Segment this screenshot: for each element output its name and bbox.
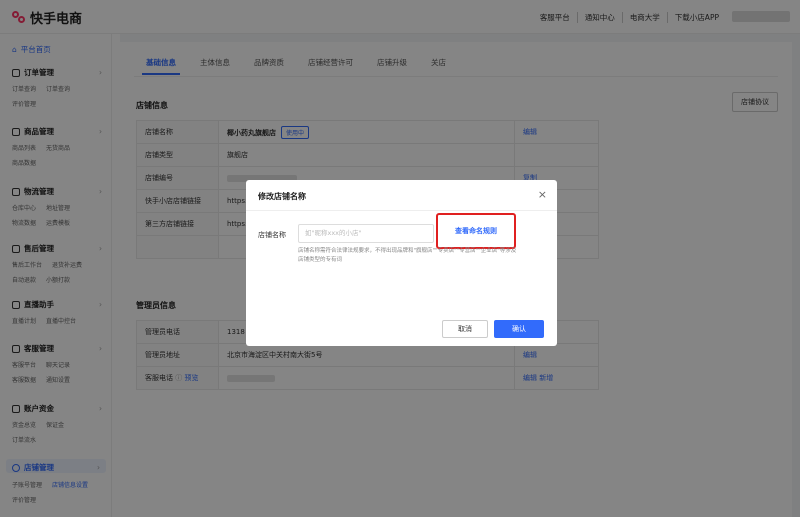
store-name-input[interactable]: 如"昵称xxx的小店"	[298, 224, 434, 243]
naming-rules-link[interactable]: 查看命名规则	[436, 213, 516, 249]
rename-store-dialog: 修改店铺名称 × 店铺名称 如"昵称xxx的小店" 查看命名规则 店铺名称需符合…	[246, 180, 557, 346]
naming-hint: 店铺名称需符合法律法规要求，不得出现品牌和"旗舰店""专卖店""专营店""企业店…	[298, 248, 517, 263]
cancel-button[interactable]: 取消	[442, 320, 488, 338]
dialog-title: 修改店铺名称	[258, 192, 306, 201]
confirm-button[interactable]: 确认	[494, 320, 544, 338]
dialog-divider	[246, 210, 557, 211]
store-name-label: 店铺名称	[258, 231, 286, 239]
close-icon[interactable]: ×	[538, 188, 547, 201]
